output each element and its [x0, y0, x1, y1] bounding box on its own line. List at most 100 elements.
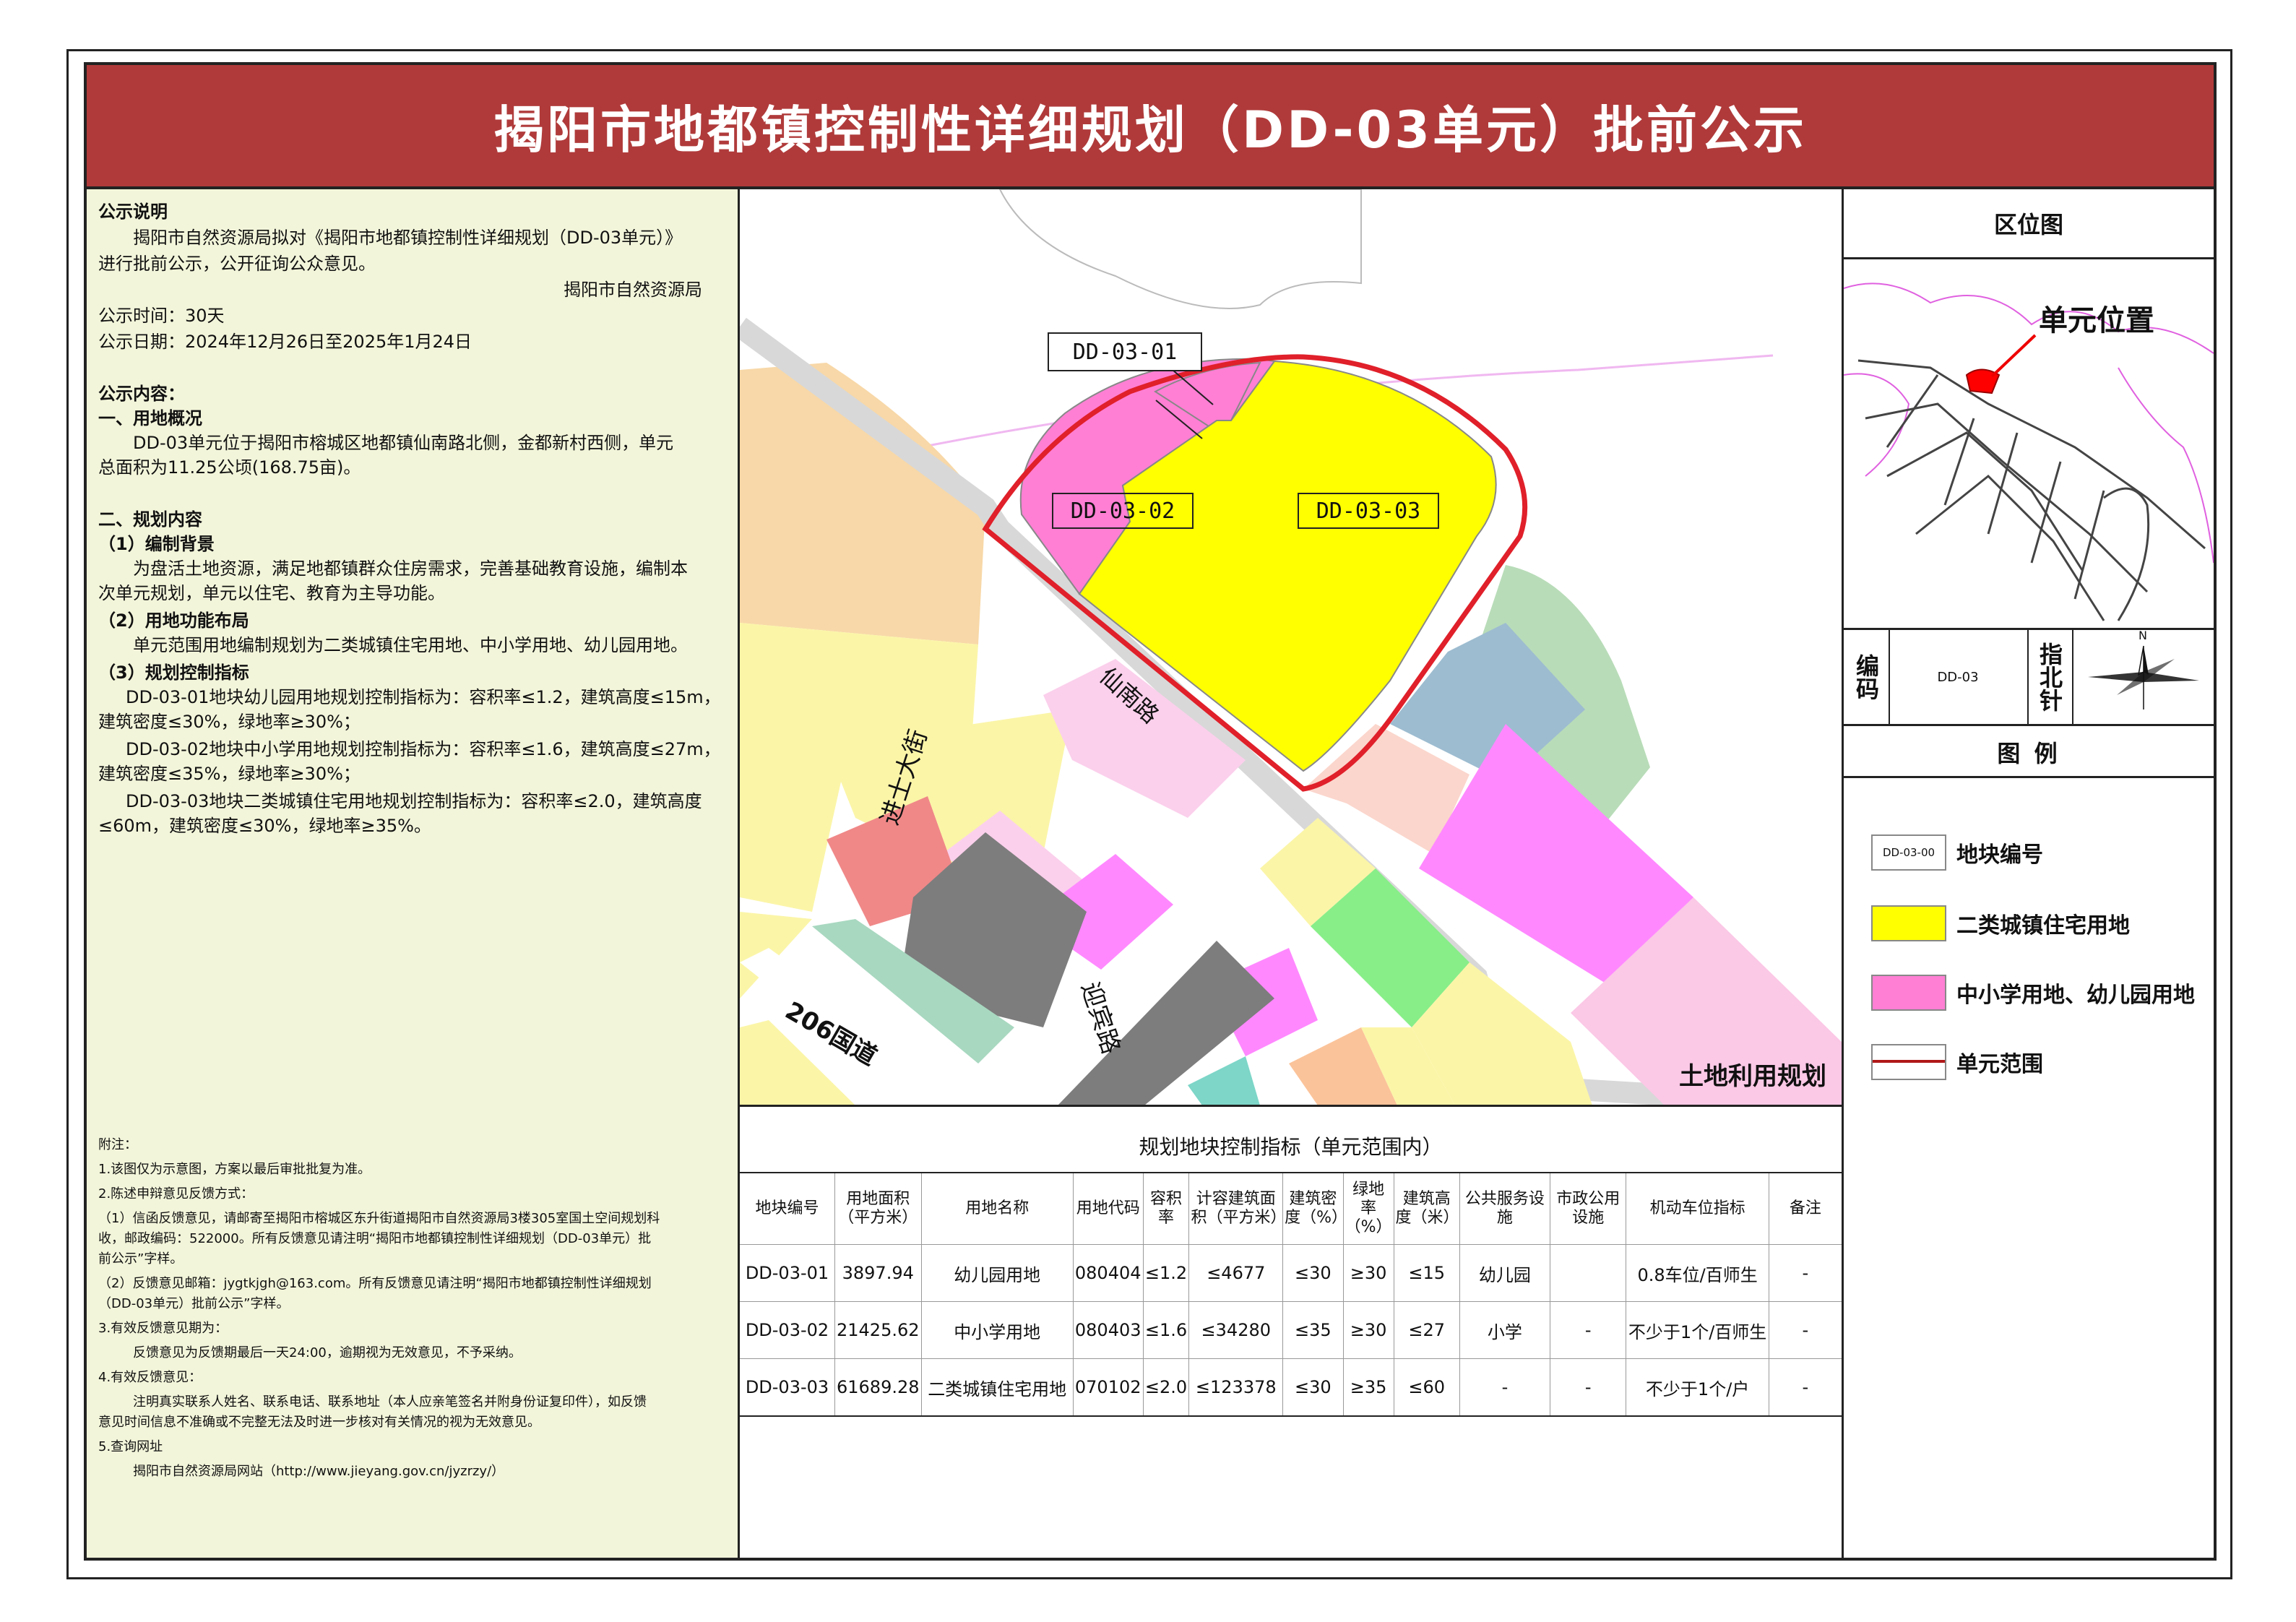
subsection-heading: （3）规划控制指标: [98, 663, 249, 683]
notice-paragraph: 次单元规划，单元以住宅、教育为主导功能。: [98, 583, 445, 603]
control-index-table: 地块编号 用地面积（平方米） 用地名称 用地代码 容积率 计容建筑面积（平方米） 建筑密度（…: [740, 1172, 1842, 1417]
note-line: （DD-03单元）批前公示”字样。: [98, 1296, 290, 1311]
notice-paragraph: 总面积为11.25公顷(168.75亩)。: [98, 457, 361, 478]
boundary-line: [1844, 373, 1910, 477]
table-cell: 幼儿园用地: [921, 1244, 1074, 1302]
table-row: DD-03-02 21425.62 中小学用地 080403 ≤1.6 ≤34280 ≤35…: [740, 1301, 1842, 1359]
notice-paragraph: DD-03-03地块二类城镇住宅用地规划控制指标为：容积率≤2.0，建筑高度: [126, 791, 702, 811]
notice-heading: 公示说明: [98, 202, 168, 222]
notice-paragraph: 建筑密度≤30%，绿地率≥30%；: [98, 712, 361, 732]
notice-paragraph: 单元范围用地编制规划为二类城镇住宅用地、中小学用地、幼儿园用地。: [133, 635, 688, 655]
table-title: 规划地块控制指标（单元范围内）: [1139, 1135, 1443, 1159]
plot-label-dd-03-01: DD-03-01: [1048, 332, 1202, 371]
table-cell: ≤4677: [1188, 1244, 1284, 1302]
section-heading: 二、规划内容: [98, 509, 202, 530]
title-bar: 揭阳市地都镇控制性详细规划（DD-03单元）批前公示: [87, 65, 2214, 189]
table-cell: 二类城镇住宅用地: [921, 1358, 1074, 1417]
table-cell: ≤123378: [1188, 1358, 1284, 1417]
table-header-cell: 地块编号: [740, 1172, 835, 1245]
table-cell: ≤35: [1282, 1301, 1344, 1359]
table-cell: ≥35: [1343, 1358, 1394, 1417]
table-cell: ≤60: [1394, 1358, 1460, 1417]
table-header-cell: 计容建筑面积（平方米）: [1188, 1172, 1287, 1245]
table-cell: -: [1459, 1358, 1550, 1417]
table-header-cell: 机动车位指标: [1626, 1172, 1769, 1245]
notice-panel: 公示说明 揭阳市自然资源局拟对《揭阳市地都镇控制性详细规划（DD-03单元）》 …: [87, 189, 740, 1558]
note-line: 意见时间信息不准确或不完整无法及时进一步核对有关情况的视为无效意见。: [98, 1415, 540, 1430]
compass-label: 指北针: [2027, 630, 2073, 724]
code-value: DD-03: [1889, 630, 2029, 724]
notice-paragraph: DD-03-01地块幼儿园用地规划控制指标为：容积率≤1.2，建筑高度≤15m，: [126, 687, 721, 707]
table-cell: ≤2.0: [1143, 1358, 1190, 1417]
table-cell: -: [1769, 1301, 1842, 1359]
note-line: 附注：: [98, 1137, 137, 1152]
table-cell: DD-03-02: [740, 1301, 835, 1359]
section-heading: 一、用地概况: [98, 408, 202, 428]
table-header-cell: 用地代码: [1073, 1172, 1144, 1245]
legend-swatch: [1871, 1044, 1946, 1080]
callout-line: [1990, 334, 2037, 378]
note-line: 2.陈述申辩意见反馈方式：: [98, 1186, 254, 1202]
locator-heading: 区位图: [1993, 211, 2063, 238]
table-cell: ≥30: [1343, 1244, 1394, 1302]
note-line: 收，邮政编码：522000。所有反馈意见请注明“揭阳市地都镇控制性详细规划（DD…: [98, 1231, 652, 1246]
map-canvas: [740, 189, 1842, 1105]
table-cell: ≤30: [1282, 1244, 1344, 1302]
table-cell: -: [1769, 1244, 1842, 1302]
table-header-cell: 用地面积（平方米）: [834, 1172, 922, 1245]
notice-org: 揭阳市自然资源局: [564, 280, 702, 300]
table-header-cell: 用地名称: [921, 1172, 1074, 1245]
table-cell: -: [1550, 1358, 1627, 1417]
north-letter: N: [2139, 629, 2147, 642]
label-placeholder-rect: [1196, 612, 1354, 663]
plot-label-dd-03-03: DD-03-03: [1298, 493, 1439, 529]
subsection-heading: （1）编制背景: [98, 534, 215, 554]
note-line: 4.有效反馈意见：: [98, 1370, 202, 1385]
legend-heading: 图 例: [1997, 740, 2060, 767]
page-title: 揭阳市地都镇控制性详细规划（DD-03单元）批前公示: [493, 100, 1807, 160]
table-header-cell: 建筑高度（米）: [1394, 1172, 1460, 1245]
map-caption: 土地利用规划: [1679, 1062, 1826, 1091]
legend-swatch: [1871, 975, 1946, 1011]
table-cell: ≤34280: [1188, 1301, 1284, 1359]
table-cell: 不少于1个/户: [1626, 1358, 1769, 1417]
table-cell: ≤30: [1282, 1358, 1344, 1417]
land-use-map: DD-03-01 DD-03-02 DD-03-03 仙南路 进士大街 迎宾路 …: [740, 189, 1842, 1107]
notice-dates: 公示日期：2024年12月26日至2025年1月24日: [98, 332, 472, 352]
content-heading: 公示内容：: [98, 384, 185, 404]
notice-paragraph: 建筑密度≤35%，绿地率≥30%；: [98, 764, 361, 784]
table-cell: 070102: [1073, 1358, 1144, 1417]
table-cell: ≤1.2: [1143, 1244, 1190, 1302]
code-label: 编码: [1844, 630, 1890, 724]
table-cell: ≤27: [1394, 1301, 1460, 1359]
table-header-cell: 建筑密度（%）: [1282, 1172, 1347, 1245]
table-cell: DD-03-03: [740, 1358, 835, 1417]
table-cell: ≤15: [1394, 1244, 1460, 1302]
table-cell: [1550, 1244, 1627, 1302]
table-header-cell: 公共服务设施: [1459, 1172, 1550, 1245]
control-index-table-panel: 规划地块控制指标（单元范围内） 地块编号 用地面积（平方米） 用地名称 用地代码 容积率…: [740, 1107, 1842, 1558]
compass-box: N: [2073, 629, 2214, 724]
table-cell: 0.8车位/百师生: [1626, 1244, 1769, 1302]
table-cell: -: [1550, 1301, 1627, 1359]
legend-label: 地块编号: [1956, 842, 2043, 868]
road-line: [1886, 431, 2084, 571]
legend-label: 二类城镇住宅用地: [1956, 913, 2130, 939]
table-body: DD-03-01 3897.94 幼儿园用地 080404 ≤1.2 ≤4677 ≤30 ≥3…: [740, 1244, 1842, 1417]
note-line: （2）反馈意见邮箱：jygtkjgh@163.com。所有反馈意见请注明“揭阳市…: [98, 1276, 652, 1291]
north-arrow-icon: [2088, 645, 2199, 709]
legend-label: 中小学用地、幼儿园用地: [1956, 983, 2195, 1008]
table-row: DD-03-01 3897.94 幼儿园用地 080404 ≤1.2 ≤4677 ≤30 ≥3…: [740, 1244, 1842, 1302]
legend-item-plot-code: DD-03-00 地块编号: [1871, 832, 2043, 873]
table-cell: 幼儿园: [1459, 1244, 1550, 1302]
locator-callout: 单元位置: [2039, 304, 2154, 337]
table-cell: ≥30: [1343, 1301, 1394, 1359]
table-header-row: 地块编号 用地面积（平方米） 用地名称 用地代码 容积率 计容建筑面积（平方米） 建筑密度（…: [740, 1172, 1842, 1245]
legend-item-school: 中小学用地、幼儿园用地: [1871, 972, 2195, 1013]
legend-item-unit-boundary: 单元范围: [1871, 1042, 2043, 1082]
note-line: 注明真实联系人姓名、联系电话、联系地址（本人应亲笔签名并附身份证复印件），如反馈: [133, 1394, 647, 1410]
table-cell: ≤1.6: [1143, 1301, 1190, 1359]
side-panel: 区位图 单元位置 编码 DD-03 指北针 N 图 例 DD-03-00 地块编…: [1842, 189, 2214, 1558]
locator-map: 单元位置: [1844, 259, 2214, 628]
plot-label-dd-03-02: DD-03-02: [1052, 493, 1194, 529]
